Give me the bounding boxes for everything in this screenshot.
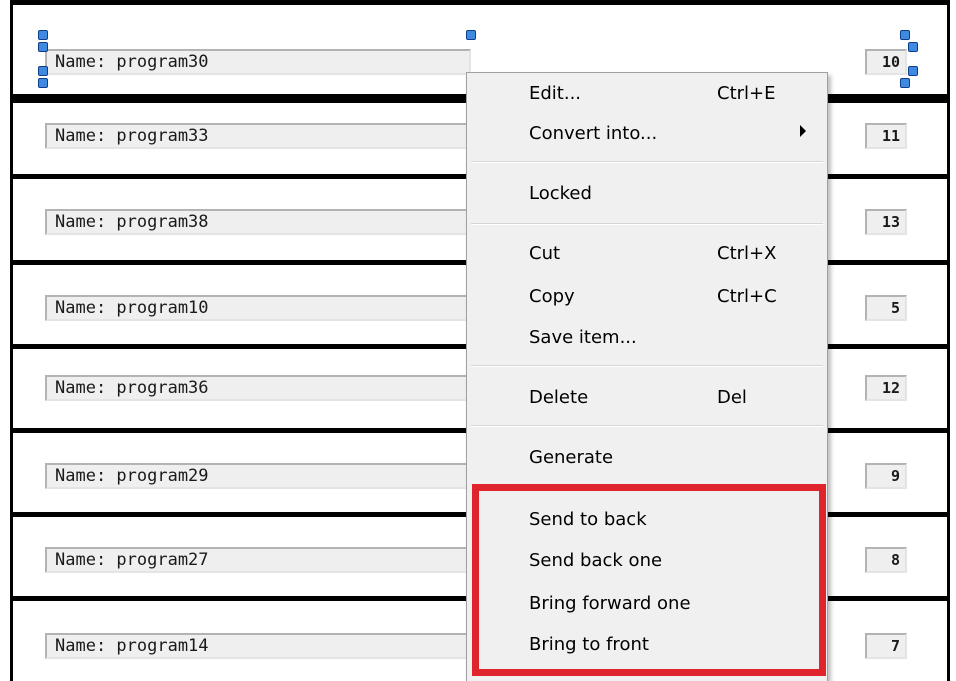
menu-item-label: Generate bbox=[529, 447, 614, 468]
program-number-field[interactable]: 8 bbox=[865, 547, 907, 573]
program-number-field[interactable]: 10 bbox=[865, 49, 907, 75]
resize-handle-bottom-left[interactable] bbox=[38, 78, 48, 88]
menu-item-bring-to-front[interactable]: Bring to front bbox=[467, 628, 827, 664]
program-number-field[interactable]: 12 bbox=[865, 375, 907, 401]
menu-item-label: Convert into... bbox=[529, 123, 658, 144]
menu-separator bbox=[471, 365, 823, 367]
menu-separator bbox=[471, 425, 823, 427]
resize-handle-top-middle[interactable] bbox=[466, 30, 476, 40]
menu-item-shortcut: Ctrl+E bbox=[717, 83, 776, 104]
menu-item-shortcut: Ctrl+C bbox=[717, 286, 777, 307]
menu-item-label: Copy bbox=[529, 286, 575, 307]
menu-item-save-item[interactable]: Save item... bbox=[467, 321, 827, 357]
menu-item-label: Cut bbox=[529, 243, 561, 264]
menu-item-shortcut: Del bbox=[717, 387, 747, 408]
menu-item-generate[interactable]: Generate bbox=[467, 441, 827, 477]
menu-item-label: Send back one bbox=[529, 550, 663, 571]
menu-item-label: Delete bbox=[529, 387, 589, 408]
menu-item-label: Send to back bbox=[529, 509, 647, 530]
resize-handle-left-lower[interactable] bbox=[38, 66, 48, 76]
menu-item-bring-forward-one[interactable]: Bring forward one bbox=[467, 587, 827, 623]
program-number-field[interactable]: 9 bbox=[865, 463, 907, 489]
program-number-field[interactable]: 5 bbox=[865, 295, 907, 321]
resize-handle-top-left[interactable] bbox=[38, 30, 48, 40]
resize-handle-top-right[interactable] bbox=[900, 30, 910, 40]
program-number-field[interactable]: 13 bbox=[865, 209, 907, 235]
program-number-field[interactable]: 7 bbox=[865, 633, 907, 659]
menu-item-edit[interactable]: Edit... Ctrl+E bbox=[467, 77, 827, 113]
menu-item-label: Locked bbox=[529, 183, 592, 204]
resize-handle-bottom-right[interactable] bbox=[900, 78, 910, 88]
menu-item-shortcut: Ctrl+X bbox=[717, 243, 777, 264]
menu-item-label: Bring forward one bbox=[529, 593, 691, 614]
menu-item-label: Bring to front bbox=[529, 634, 649, 655]
program-name-field[interactable]: Name: program14 bbox=[45, 633, 471, 659]
program-name-field[interactable]: Name: program27 bbox=[45, 547, 471, 573]
menu-item-send-to-back[interactable]: Send to back bbox=[467, 503, 827, 539]
program-name-field[interactable]: Name: program30 bbox=[45, 49, 471, 75]
program-name-field[interactable]: Name: program29 bbox=[45, 463, 471, 489]
program-name-field[interactable]: Name: program33 bbox=[45, 123, 471, 149]
menu-separator bbox=[471, 223, 823, 225]
submenu-arrow-icon bbox=[800, 125, 806, 137]
menu-item-label: Save item... bbox=[529, 327, 637, 348]
menu-item-delete[interactable]: Delete Del bbox=[467, 381, 827, 417]
program-number-field[interactable]: 11 bbox=[865, 123, 907, 149]
program-name-field[interactable]: Name: program36 bbox=[45, 375, 471, 401]
menu-item-copy[interactable]: Copy Ctrl+C bbox=[467, 280, 827, 316]
program-name-field[interactable]: Name: program10 bbox=[45, 295, 471, 321]
menu-item-locked[interactable]: Locked bbox=[467, 177, 827, 213]
resize-handle-right-upper[interactable] bbox=[908, 42, 918, 52]
resize-handle-left-upper[interactable] bbox=[38, 42, 48, 52]
program-name-field[interactable]: Name: program38 bbox=[45, 209, 471, 235]
menu-separator bbox=[471, 161, 823, 163]
menu-item-cut[interactable]: Cut Ctrl+X bbox=[467, 237, 827, 273]
context-menu: Edit... Ctrl+E Convert into... Locked Cu… bbox=[466, 72, 828, 681]
menu-item-label: Edit... bbox=[529, 83, 582, 104]
menu-item-send-back-one[interactable]: Send back one bbox=[467, 544, 827, 580]
resize-handle-right-lower[interactable] bbox=[908, 66, 918, 76]
menu-item-convert-into[interactable]: Convert into... bbox=[467, 117, 827, 153]
